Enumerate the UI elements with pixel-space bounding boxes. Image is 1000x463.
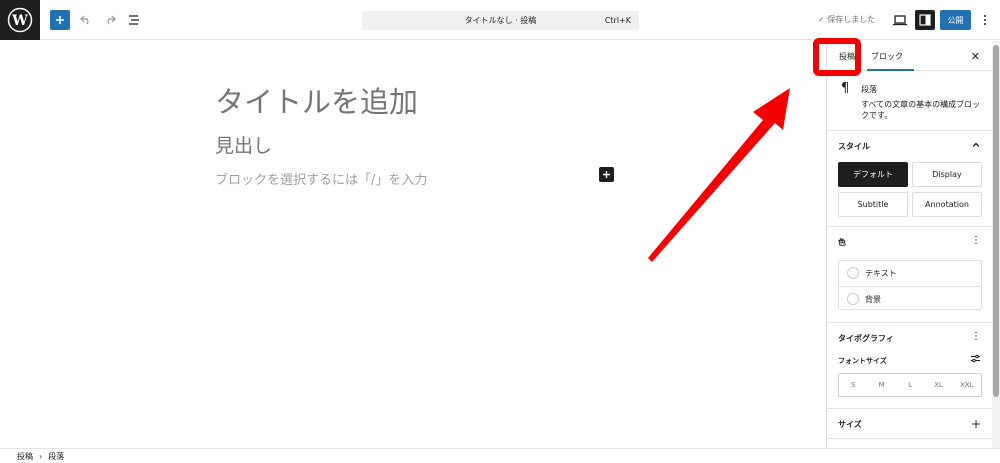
settings-sidebar-toggle-icon[interactable] [915,10,935,30]
wordpress-logo-icon[interactable]: W [0,0,40,40]
breadcrumb: 投稿 › 段落 [0,448,1000,463]
font-size-m[interactable]: M [867,374,895,396]
settings-sidebar: 投稿 ブロック ✕ ¶ 段落 すべての文章の基本の構成ブロックです。 スタイル … [826,41,992,448]
block-description: すべての文章の基本の構成ブロックです。 [861,100,981,120]
font-size-xl[interactable]: XL [924,374,952,396]
chevron-right-icon: › [39,451,43,461]
color-item-text[interactable]: テキスト [839,261,981,286]
custom-size-toggle-icon[interactable] [970,354,981,366]
publish-button[interactable]: 公開 [940,10,971,30]
size-title: サイズ [838,419,862,429]
document-title: タイトルなし · 投稿 [464,16,537,25]
color-swatch [847,267,859,279]
styles-panel: スタイル デフォルト Display Subtitle Annotation [827,131,992,227]
color-item-label: 背景 [865,294,881,304]
border-panel-header[interactable]: 枠線 + [827,439,992,448]
font-size-l[interactable]: L [896,374,924,396]
typography-title: タイポグラフィ [838,333,894,343]
color-panel-header: 色 ⋮ [827,227,992,257]
size-panel: サイズ + [827,409,992,439]
paragraph-block[interactable]: ブロックを選択するには「/」を入力 [215,169,427,188]
svg-text:W: W [11,13,28,29]
list-view-icon[interactable] [124,10,144,30]
font-size-label: フォントサイズ [838,357,887,365]
color-item-background[interactable]: 背景 [839,286,981,311]
styles-panel-header[interactable]: スタイル [827,131,992,161]
font-size-picker: S M L XL XXL [838,373,982,397]
style-display-button[interactable]: Display [912,162,982,187]
block-card: ¶ 段落 すべての文章の基本の構成ブロックです。 [827,71,992,131]
scrollbar-thumb[interactable] [993,45,999,397]
border-panel: 枠線 + [827,439,992,448]
color-swatch [847,293,859,305]
typography-panel-header: タイポグラフィ ⋮ [827,323,992,353]
post-title-input[interactable]: タイトルを追加 [215,79,418,121]
undo-icon[interactable] [76,10,96,30]
color-item-label: テキスト [865,269,897,278]
color-title: 色 [838,237,846,247]
preview-device-icon[interactable] [892,12,908,28]
block-inserter-button[interactable] [50,10,70,30]
typography-panel: タイポグラフィ ⋮ フォントサイズ S M L XL XXL [827,323,992,409]
top-toolbar: W タイトルなし · 投稿 Ctrl+K ✓ 保存しました 公開 [0,0,1000,40]
options-menu-icon[interactable] [979,11,991,29]
saved-status: ✓ 保存しました [818,15,876,24]
more-options-icon[interactable]: ⋮ [971,235,981,246]
tab-block[interactable]: ブロック [871,41,903,71]
editor-canvas: タイトルを追加 見出し ブロックを選択するには「/」を入力 [0,41,826,448]
block-name: 段落 [861,85,877,94]
close-icon[interactable]: ✕ [971,50,980,63]
font-size-s[interactable]: S [839,374,867,396]
breadcrumb-current[interactable]: 段落 [48,451,64,462]
editor-app: W タイトルなし · 投稿 Ctrl+K ✓ 保存しました 公開 タイトルを追加… [0,0,1000,463]
style-subtitle-button[interactable]: Subtitle [838,192,908,217]
paragraph-icon: ¶ [841,81,850,96]
command-palette-bar[interactable]: タイトルなし · 投稿 Ctrl+K [362,11,639,30]
size-panel-header[interactable]: サイズ + [827,409,992,439]
font-size-xxl[interactable]: XXL [953,374,981,396]
color-list: テキスト 背景 [838,260,982,310]
breadcrumb-root[interactable]: 投稿 [17,451,33,462]
shortcut-hint: Ctrl+K [604,16,631,25]
plus-icon[interactable]: + [971,417,981,431]
color-panel: 色 ⋮ テキスト 背景 [827,227,992,323]
more-options-icon[interactable]: ⋮ [971,331,981,342]
inline-inserter-button[interactable] [599,167,614,182]
style-annotation-button[interactable]: Annotation [912,192,982,217]
style-default-button[interactable]: デフォルト [838,162,908,187]
chevron-up-icon [971,139,981,153]
heading-block[interactable]: 見出し [215,131,272,158]
redo-icon[interactable] [100,10,120,30]
styles-title: スタイル [838,141,870,151]
annotation-highlight-box [813,38,861,76]
sidebar-scrollbar[interactable] [992,41,1000,448]
